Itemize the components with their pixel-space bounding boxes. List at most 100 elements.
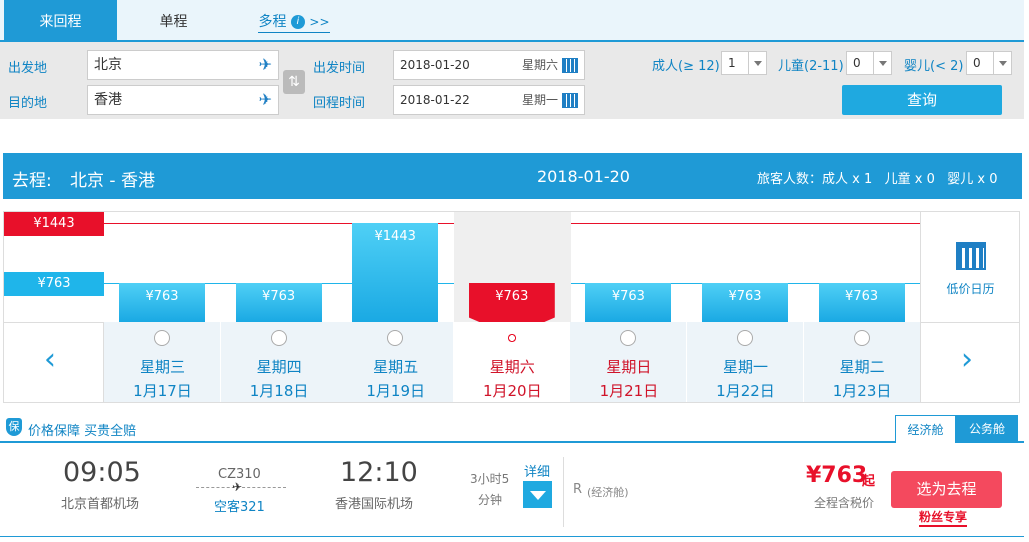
day-radio[interactable] (270, 330, 287, 346)
child-value: 0 (853, 56, 861, 70)
from-value: 北京 (94, 57, 122, 73)
calendar-day[interactable]: ¥763 星期六 1月20日 (453, 212, 571, 402)
dep-airport: 北京首都机场 (61, 497, 140, 512)
day-radio[interactable] (503, 330, 520, 346)
duration-line2: 分钟 (478, 493, 503, 507)
price-bar[interactable]: ¥763 (585, 283, 672, 322)
takeoff-icon: ✈ (258, 55, 272, 74)
guarantee-text: 价格保障 买贵全赔 (28, 424, 137, 439)
tab-one-way[interactable]: 单程 (117, 0, 230, 40)
calendar-day[interactable]: ¥763 星期二 1月23日 (803, 212, 921, 402)
plane-icon: ✈ (232, 480, 243, 494)
calendar-icon[interactable] (562, 58, 578, 73)
calendar-day[interactable]: ¥763 星期一 1月22日 (687, 212, 804, 402)
calendar-day[interactable]: ¥1443 星期五 1月19日 (337, 212, 455, 402)
price-suffix: 起 (862, 474, 876, 489)
day-weekday: 星期四 (256, 358, 302, 376)
day-date: 1月18日 (249, 382, 309, 400)
adult-label: 成人(≥ 12) (652, 59, 720, 74)
detail-toggle-button[interactable] (523, 481, 552, 508)
price-bar[interactable]: ¥763 (235, 283, 322, 322)
cabin-class: (经济舱) (587, 486, 629, 499)
divider (563, 457, 564, 527)
depart-label: 出发时间 (313, 61, 366, 76)
calendar-day[interactable]: ¥763 星期四 1月18日 (220, 212, 338, 402)
from-input[interactable]: 北京 ✈ (87, 50, 279, 80)
min-price-label: ¥763 (4, 272, 104, 296)
price-bar[interactable]: ¥763 (119, 283, 205, 322)
tab-multi-label: 多程 (258, 14, 287, 30)
adult-value: 1 (728, 56, 736, 70)
calendar-icon (956, 242, 986, 270)
infant-select[interactable]: 0 (966, 51, 1012, 75)
day-date: 1月20日 (482, 382, 542, 400)
tab-business[interactable]: 公务舱 (956, 415, 1018, 443)
chevron-down-icon (873, 52, 891, 74)
price-note: 全程含税价 (814, 496, 875, 510)
arr-time: 12:10 (340, 457, 418, 488)
day-date: 1月22日 (716, 382, 775, 400)
calendar-day[interactable]: ¥763 星期三 1月17日 (104, 212, 221, 402)
outbound-date: 2018-01-20 (537, 167, 630, 186)
from-label: 出发地 (8, 61, 48, 76)
info-icon: i (290, 15, 305, 29)
low-price-calendar-label: 低价日历 (946, 282, 995, 296)
to-input[interactable]: 香港 ✈ (87, 85, 279, 115)
price-calendar: ¥1443 ¥763 ‹ ¥763 星期三 1月17日 ¥763 星期四 1月18日 ¥14… (3, 211, 1020, 403)
tab-economy[interactable]: 经济舱 (895, 415, 956, 443)
prev-week-button[interactable]: ‹ (4, 322, 104, 402)
child-label: 儿童(2-11) (778, 59, 844, 74)
day-radio[interactable] (154, 330, 170, 346)
landing-icon: ✈ (258, 90, 272, 109)
multi-arrow: >> (309, 15, 330, 29)
outbound-route: 北京 - 香港 (70, 171, 155, 191)
depart-date: 2018-01-20 (400, 58, 470, 72)
calendar-day[interactable]: ¥763 星期日 1月21日 (570, 212, 688, 402)
day-weekday: 星期三 (139, 358, 185, 376)
swap-icon[interactable]: ⇅ (283, 70, 305, 94)
day-date: 1月19日 (366, 382, 425, 400)
shield-icon: 保 (6, 418, 22, 436)
tab-multi-city[interactable]: 多程 i >> (256, 0, 332, 40)
day-weekday: 星期一 (722, 358, 768, 376)
price-bar[interactable]: ¥763 (702, 283, 788, 322)
duration-line1: 3小时5 (470, 472, 510, 486)
cabin-code: R (573, 482, 583, 497)
day-weekday: 星期五 (373, 358, 419, 376)
guarantee-bar: 保 价格保障 买贵全赔 经济舱 公务舱 (0, 415, 1024, 443)
price-bar[interactable]: ¥1443 (352, 223, 439, 322)
outbound-header: 去程: 北京 - 香港 2018-01-20 旅客人数：成人 x 1 儿童 x … (3, 153, 1022, 199)
calendar-icon[interactable] (562, 93, 578, 108)
tab-round-trip[interactable]: 来回程 (4, 0, 117, 40)
day-date: 1月23日 (832, 382, 892, 400)
day-weekday: 星期六 (489, 358, 535, 376)
return-label: 回程时间 (313, 96, 366, 111)
child-select[interactable]: 0 (846, 51, 892, 75)
aircraft-type[interactable]: 空客321 (214, 496, 265, 515)
chevron-right-icon: › (961, 342, 973, 377)
low-price-calendar-button[interactable]: 低价日历 (920, 212, 1020, 322)
day-weekday: 星期二 (839, 358, 885, 376)
depart-weekday: 星期六 (522, 58, 559, 72)
outbound-label: 去程: (12, 171, 52, 191)
adult-select[interactable]: 1 (721, 51, 767, 75)
infant-label: 婴儿(< 2) (904, 59, 964, 74)
price: ¥763 (806, 463, 868, 488)
day-date: 1月21日 (599, 382, 659, 400)
select-outbound-button[interactable]: 选为去程 (891, 471, 1002, 508)
day-radio[interactable] (737, 330, 753, 346)
to-value: 香港 (94, 92, 122, 108)
infant-value: 0 (973, 56, 981, 70)
search-button[interactable]: 查询 (842, 85, 1002, 115)
chevron-left-icon: ‹ (44, 342, 56, 377)
depart-date-input[interactable]: 2018-01-20 星期六 (393, 50, 585, 80)
return-date-input[interactable]: 2018-01-22 星期一 (393, 85, 585, 115)
detail-label[interactable]: 详细 (524, 461, 550, 480)
arr-airport: 香港国际机场 (335, 497, 414, 512)
day-radio[interactable] (853, 330, 870, 346)
trip-type-tabs: 来回程 单程 多程 i >> (0, 0, 1024, 42)
next-week-button[interactable]: › (920, 322, 1020, 402)
dep-time: 09:05 (63, 457, 141, 488)
chevron-down-icon (748, 52, 766, 74)
price-bar[interactable]: ¥763 (818, 283, 905, 322)
